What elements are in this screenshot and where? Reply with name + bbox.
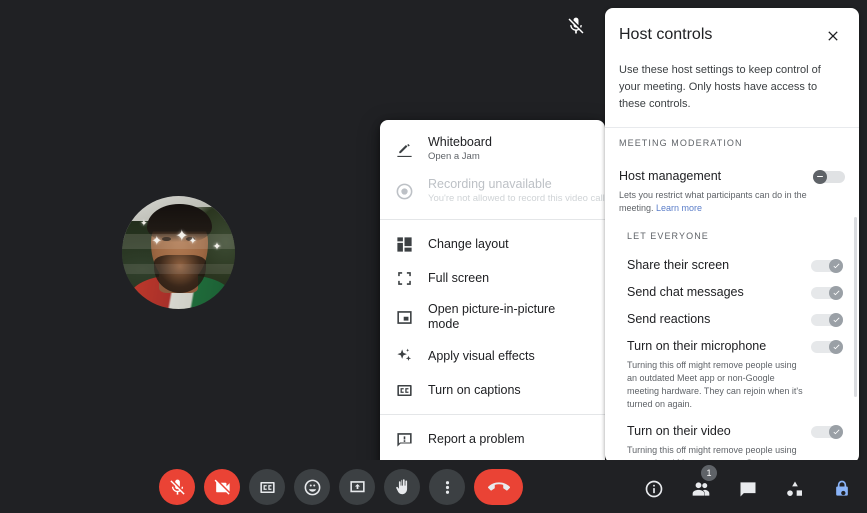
captions-cc-icon [394, 380, 414, 400]
menu-divider [380, 219, 605, 220]
permission-toggle[interactable] [811, 258, 843, 273]
record-circle-icon [394, 181, 414, 201]
permission-row-share-their-screen: Share their screen [605, 247, 859, 274]
host-management-row: Host management [605, 158, 859, 185]
call-controls [159, 469, 523, 505]
panel-scrollbar[interactable] [854, 217, 857, 397]
panel-description: Use these host settings to keep control … [619, 64, 821, 110]
camera-button[interactable] [204, 469, 240, 505]
permission-row-turn-on-their-microphone: Turn on their microphone [605, 328, 859, 355]
menu-item-visual-effects[interactable]: Apply visual effects [380, 339, 605, 373]
menu-item-change-layout[interactable]: Change layout [380, 227, 605, 261]
change-layout-icon [394, 234, 414, 254]
section-label-meeting-moderation: MEETING MODERATION [605, 127, 859, 158]
visual-effects-sparkle-icon [394, 346, 414, 366]
host-controls-panel: Host controls Use these host settings to… [605, 8, 859, 463]
permission-toggle[interactable] [811, 424, 843, 439]
sparkle-effect-icon: ✦ [151, 233, 163, 249]
panel-header: Host controls [605, 8, 859, 52]
menu-item-whiteboard[interactable]: Whiteboard Open a Jam [380, 128, 605, 170]
permission-label: Send chat messages [627, 285, 744, 299]
permission-label: Share their screen [627, 258, 730, 272]
menu-item-label: Turn on captions [428, 382, 521, 397]
permission-toggle[interactable] [811, 339, 843, 354]
host-management-help-text: Lets you restrict what participants can … [619, 190, 807, 213]
section-label-let-everyone: LET EVERYONE [627, 231, 709, 241]
menu-item-label: Change layout [428, 236, 509, 251]
menu-item-label: Whiteboard [428, 135, 492, 149]
close-icon[interactable] [821, 24, 845, 48]
permission-toggle[interactable] [811, 285, 843, 300]
sparkle-effect-icon: ✦ [175, 227, 189, 245]
host-management-help: Lets you restrict what participants can … [605, 185, 859, 217]
whiteboard-pen-icon [394, 139, 414, 159]
host-controls-button[interactable] [831, 478, 853, 500]
sparkle-effect-icon: ✦ [212, 241, 222, 254]
menu-item-label: Apply visual effects [428, 348, 535, 363]
host-management-label: Host management [619, 169, 722, 183]
mic-off-icon [566, 16, 586, 36]
sparkle-effect-icon: ✦ [188, 235, 198, 247]
menu-item-report-a-problem[interactable]: Report a problem [380, 422, 605, 456]
panel-title: Host controls [619, 26, 713, 43]
activities-button[interactable] [784, 478, 806, 500]
chat-button[interactable] [737, 478, 759, 500]
menu-item-turn-on-captions[interactable]: Turn on captions [380, 373, 605, 407]
picture-in-picture-icon [394, 307, 414, 327]
full-screen-icon [394, 268, 414, 288]
host-management-toggle[interactable] [813, 169, 845, 184]
bottom-toolbar: 1 [0, 460, 867, 513]
menu-item-label: Open picture-in-picture mode [428, 302, 556, 331]
captions-button[interactable] [249, 469, 285, 505]
participant-avatar: ✦ ✦ ✦ ✦ ✦ [122, 196, 235, 309]
sparkle-effect-icon: ✦ [140, 217, 148, 228]
raise-hand-button[interactable] [384, 469, 420, 505]
participants-count-badge: 1 [701, 465, 717, 481]
more-options-button[interactable] [429, 469, 465, 505]
present-screen-button[interactable] [339, 469, 375, 505]
permission-label: Send reactions [627, 312, 711, 326]
panel-scroll-region: MEETING MODERATION Host management Lets … [605, 127, 859, 463]
reactions-button[interactable] [294, 469, 330, 505]
menu-item-picture-in-picture[interactable]: Open picture-in-picture mode [380, 295, 605, 339]
permission-row-turn-on-their-video: Turn on their video [605, 413, 859, 440]
menu-item-subtitle: You're not allowed to record this video … [428, 193, 605, 204]
meeting-details-button[interactable] [643, 478, 665, 500]
end-call-button[interactable] [474, 469, 523, 505]
menu-divider [380, 414, 605, 415]
participants-button[interactable]: 1 [690, 465, 717, 500]
learn-more-link[interactable]: Learn more [656, 203, 702, 213]
permission-help: Turning this off might remove people usi… [627, 360, 803, 409]
menu-item-label: Report a problem [428, 431, 525, 446]
more-options-menu: Whiteboard Open a Jam Recording unavaila… [380, 120, 605, 513]
report-problem-icon [394, 429, 414, 449]
permission-label: Turn on their microphone [627, 339, 767, 353]
permission-toggle[interactable] [811, 312, 843, 327]
permission-row-send-reactions: Send reactions [605, 301, 859, 328]
meeting-info-controls: 1 [643, 465, 853, 500]
menu-item-subtitle: Open a Jam [428, 151, 480, 162]
menu-item-label: Recording unavailable [428, 177, 552, 191]
permission-row-send-chat-messages: Send chat messages [605, 274, 859, 301]
menu-item-full-screen[interactable]: Full screen [380, 261, 605, 295]
menu-item-recording-unavailable: Recording unavailable You're not allowed… [380, 170, 605, 212]
menu-item-label: Full screen [428, 270, 490, 285]
meet-window: ✦ ✦ ✦ ✦ ✦ Whiteboard Open a Jam Recordin… [0, 0, 867, 513]
microphone-button[interactable] [159, 469, 195, 505]
permission-label: Turn on their video [627, 424, 731, 438]
